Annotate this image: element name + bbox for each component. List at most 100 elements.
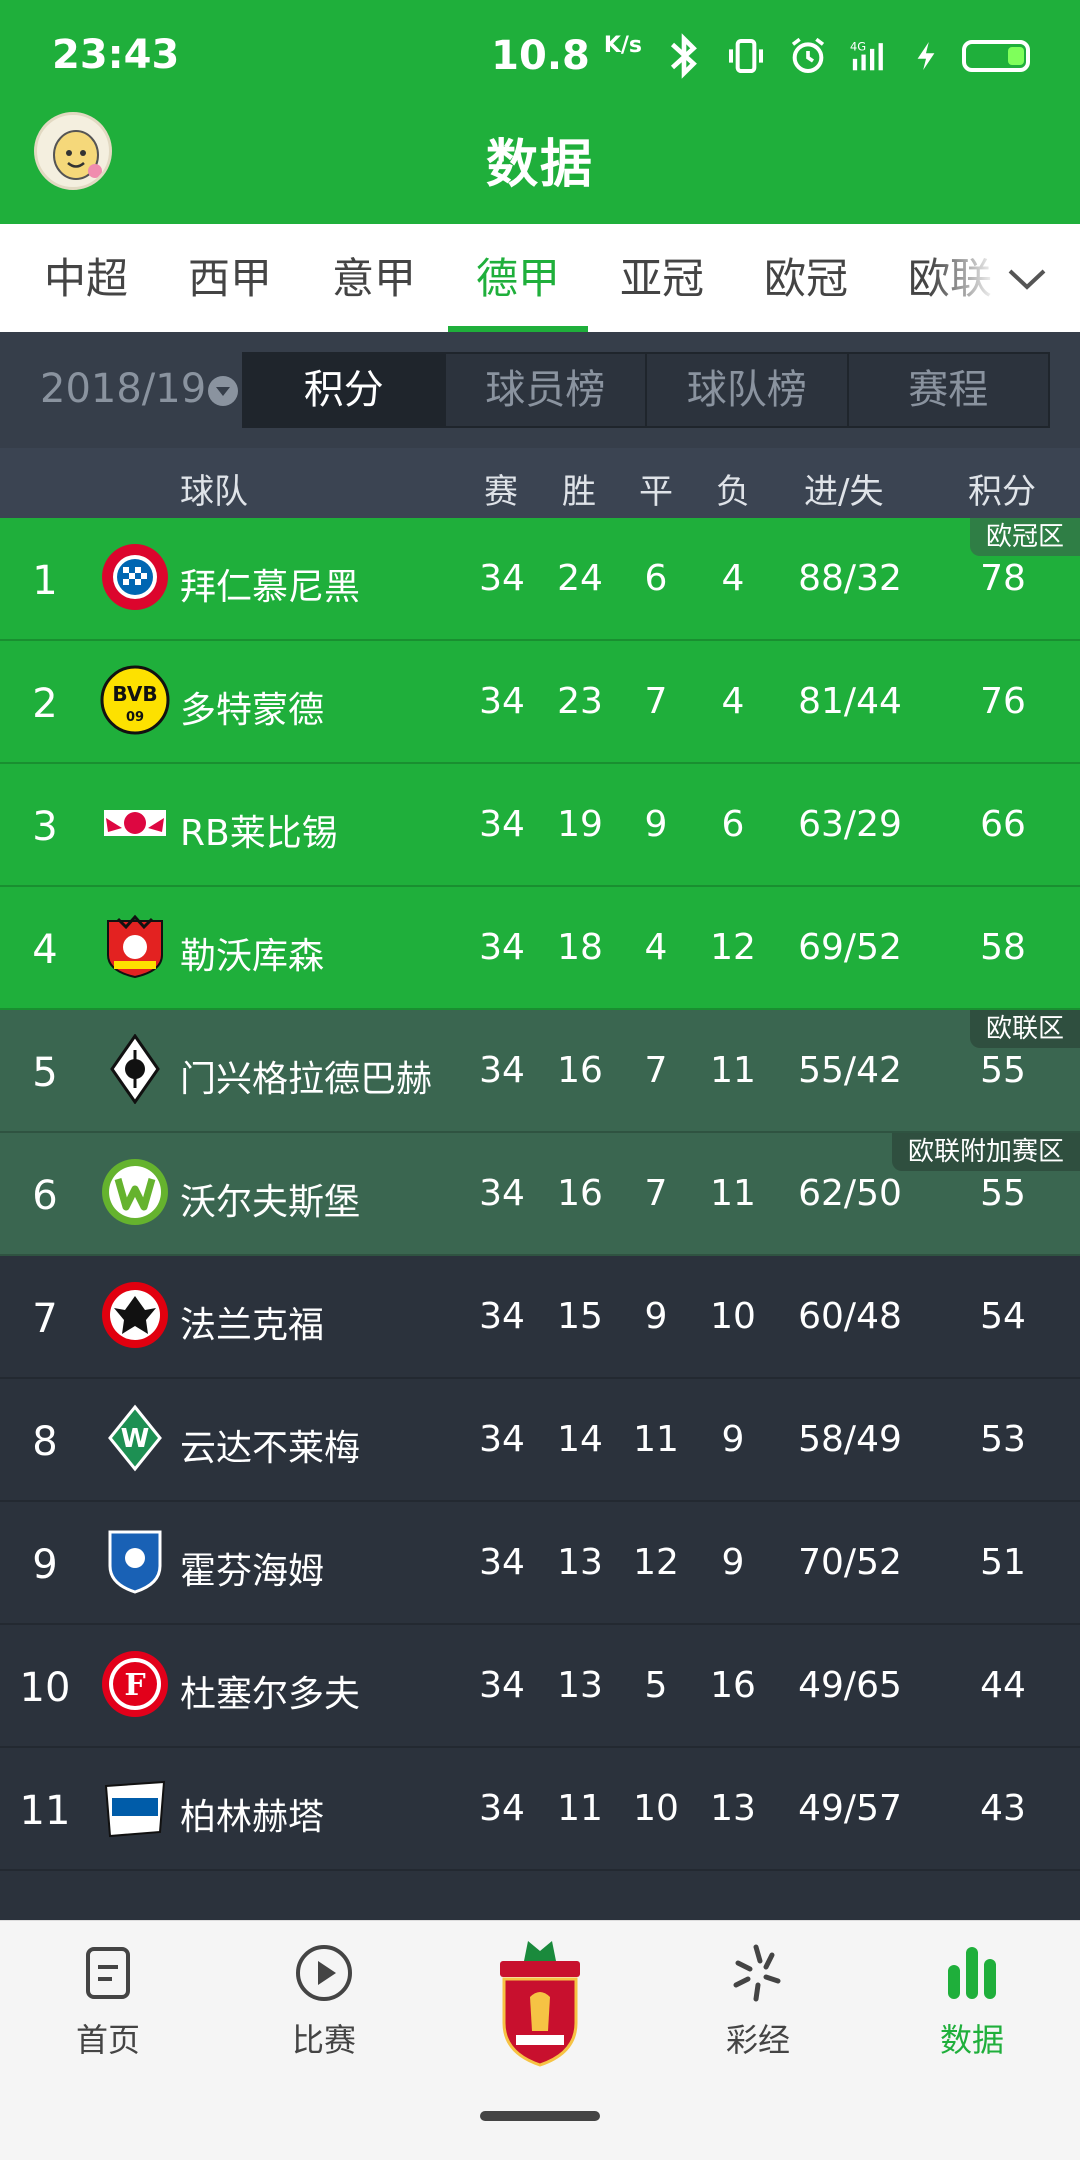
drawn: 4 xyxy=(644,927,668,968)
lost: 4 xyxy=(721,681,745,722)
goals: 69/52 xyxy=(798,927,902,968)
nav-home[interactable]: 首页 xyxy=(28,1941,188,2061)
team-name: RB莱比锡 xyxy=(180,813,338,854)
points: 43 xyxy=(980,1788,1026,1829)
segment-schedule[interactable]: 赛程 xyxy=(846,354,1049,426)
points: 55 xyxy=(980,1173,1026,1214)
battery-icon xyxy=(962,40,1030,72)
chevron-down-icon[interactable] xyxy=(1002,254,1052,304)
rank: 5 xyxy=(32,1050,58,1096)
tab-afc-cl[interactable]: 亚冠 xyxy=(590,224,734,332)
goals: 49/57 xyxy=(798,1788,902,1829)
drawn: 11 xyxy=(633,1419,679,1460)
season-label: 2018/19 xyxy=(40,366,207,412)
won: 14 xyxy=(557,1419,603,1460)
goals: 62/50 xyxy=(798,1173,902,1214)
rank: 11 xyxy=(19,1788,71,1834)
points: 78 xyxy=(980,558,1026,599)
lost: 9 xyxy=(721,1542,745,1583)
played: 34 xyxy=(479,1173,525,1214)
bar-chart-icon xyxy=(948,1947,996,1999)
won: 19 xyxy=(557,804,603,845)
table-row[interactable]: 2 BVB 09 多特蒙德 34 23 7 4 81/44 76 xyxy=(0,641,1080,764)
segment-standings[interactable]: 积分 xyxy=(244,354,444,426)
goals: 58/49 xyxy=(798,1419,902,1460)
svg-text:W: W xyxy=(121,1424,150,1454)
won: 18 xyxy=(557,927,603,968)
team-name: 沃尔夫斯堡 xyxy=(180,1182,361,1223)
nav-matches[interactable]: 比赛 xyxy=(244,1941,404,2061)
drawn: 7 xyxy=(644,1173,668,1214)
liverpool-crest-icon[interactable] xyxy=(490,1935,590,2075)
lost: 12 xyxy=(710,927,756,968)
svg-text:F: F xyxy=(124,1668,145,1703)
status-time: 23:43 xyxy=(52,32,180,78)
tab-seriea[interactable]: 意甲 xyxy=(302,224,446,332)
points: 53 xyxy=(980,1419,1026,1460)
rank: 1 xyxy=(32,558,58,604)
table-row[interactable]: 3 RB莱比锡 34 19 9 6 63/29 66 xyxy=(0,764,1080,887)
table-row[interactable]: 8 W 云达不莱梅 34 14 11 9 58/49 53 xyxy=(0,1379,1080,1502)
nav-matches-label: 比赛 xyxy=(291,2021,356,2059)
rank: 2 xyxy=(32,681,58,727)
hoffenheim-logo-icon xyxy=(100,1526,170,1596)
table-row[interactable]: 欧联附加赛区 6 沃尔夫斯堡 34 16 7 11 62/50 55 xyxy=(0,1133,1080,1256)
status-icons: 10.8 K/s 4G xyxy=(491,30,1030,82)
table-row[interactable]: 7 法兰克福 34 15 9 10 60/48 54 xyxy=(0,1256,1080,1379)
status-bar: 23:43 10.8 K/s 4G xyxy=(0,0,1080,112)
points: 55 xyxy=(980,1050,1026,1091)
nav-home-label: 首页 xyxy=(75,2021,140,2059)
table-row[interactable]: 10 F 杜塞尔多夫 34 13 5 16 49/65 44 xyxy=(0,1625,1080,1748)
played: 34 xyxy=(479,1296,525,1337)
season-selector[interactable]: 2018/19 xyxy=(40,366,239,412)
signal-4g-icon: 4G xyxy=(850,39,883,71)
nav-lottery-label: 彩经 xyxy=(725,2021,790,2059)
drawn: 12 xyxy=(633,1542,679,1583)
vibrate-icon xyxy=(729,39,763,73)
team-name: 门兴格拉德巴赫 xyxy=(180,1059,433,1100)
goals: 49/65 xyxy=(798,1665,902,1706)
tab-laliga[interactable]: 西甲 xyxy=(158,224,302,332)
standings-toolbar: 2018/19 积分 球员榜 球队榜 赛程 xyxy=(0,332,1080,448)
team-name: 杜塞尔多夫 xyxy=(180,1674,361,1715)
col-points: 积分 xyxy=(968,472,1036,512)
col-drawn: 平 xyxy=(639,472,673,512)
segment-players[interactable]: 球员榜 xyxy=(443,354,646,426)
team-name: 拜仁慕尼黑 xyxy=(180,567,361,608)
team-name: 云达不莱梅 xyxy=(180,1428,361,1469)
table-row[interactable]: 欧冠区 1 拜仁慕尼黑 34 24 6 4 88/32 78 xyxy=(0,518,1080,641)
won: 23 xyxy=(557,681,603,722)
played: 34 xyxy=(479,558,525,599)
frankfurt-logo-icon xyxy=(100,1280,170,1350)
rank: 8 xyxy=(32,1419,58,1465)
team-name: 霍芬海姆 xyxy=(180,1551,325,1592)
dusseldorf-logo-icon: F xyxy=(100,1649,170,1719)
tab-csl[interactable]: 中超 xyxy=(14,224,158,332)
nav-data-label: 数据 xyxy=(939,2021,1004,2059)
drawn: 7 xyxy=(644,1050,668,1091)
table-row[interactable]: 11 柏林赫塔 34 11 10 13 49/57 43 xyxy=(0,1748,1080,1871)
tab-ucl[interactable]: 欧冠 xyxy=(734,224,878,332)
won: 13 xyxy=(557,1665,603,1706)
table-row[interactable]: 欧联区 5 门兴格拉德巴赫 34 16 7 11 55/42 55 xyxy=(0,1010,1080,1133)
lost: 11 xyxy=(710,1173,756,1214)
view-segments: 积分 球员榜 球队榜 赛程 xyxy=(242,352,1050,428)
hertha-logo-icon xyxy=(100,1772,170,1842)
lost: 6 xyxy=(721,804,745,845)
played: 34 xyxy=(479,1542,525,1583)
home-indicator[interactable] xyxy=(480,2111,600,2121)
table-row[interactable]: 9 霍芬海姆 34 13 12 9 70/52 51 xyxy=(0,1502,1080,1625)
goals: 88/32 xyxy=(798,558,902,599)
segment-teams[interactable]: 球队榜 xyxy=(645,354,847,426)
nav-lottery[interactable]: 彩经 xyxy=(678,1941,838,2061)
rank: 4 xyxy=(32,927,58,973)
points: 76 xyxy=(980,681,1026,722)
table-row[interactable]: 4 勒沃库森 34 18 4 12 69/52 58 xyxy=(0,887,1080,1010)
zone-tag: 欧联附加赛区 xyxy=(891,1133,1080,1171)
drawn: 9 xyxy=(644,804,668,845)
goals: 60/48 xyxy=(798,1296,902,1337)
goals: 81/44 xyxy=(798,681,902,722)
nav-data[interactable]: 数据 xyxy=(892,1941,1052,2061)
lost: 13 xyxy=(710,1788,756,1829)
tab-bundesliga[interactable]: 德甲 xyxy=(446,224,590,332)
